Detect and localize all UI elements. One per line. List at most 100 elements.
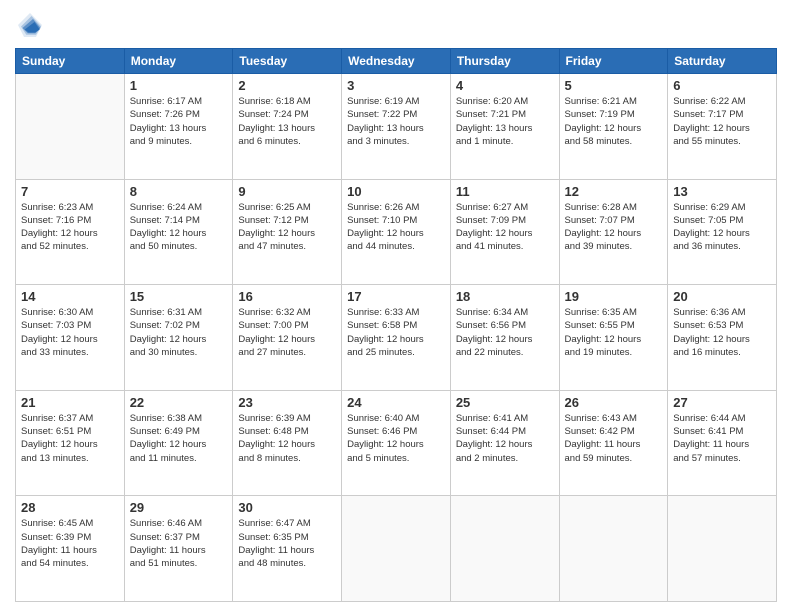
day-number: 10 (347, 184, 445, 199)
calendar-cell (16, 74, 125, 180)
calendar-cell: 7 Sunrise: 6:23 AM Sunset: 7:16 PM Daylig… (16, 179, 125, 285)
day-info: Sunrise: 6:27 AM Sunset: 7:09 PM Dayligh… (456, 201, 554, 254)
day-number: 26 (565, 395, 663, 410)
day-info: Sunrise: 6:20 AM Sunset: 7:21 PM Dayligh… (456, 95, 554, 148)
week-row: 1 Sunrise: 6:17 AM Sunset: 7:26 PM Daylig… (16, 74, 777, 180)
day-number: 2 (238, 78, 336, 93)
calendar-cell: 17 Sunrise: 6:33 AM Sunset: 6:58 PM Dayli… (342, 285, 451, 391)
day-number: 13 (673, 184, 771, 199)
day-info: Sunrise: 6:40 AM Sunset: 6:46 PM Dayligh… (347, 412, 445, 465)
day-header: Saturday (668, 49, 777, 74)
day-number: 11 (456, 184, 554, 199)
calendar-cell: 23Sunrise: 6:39 AM Sunset: 6:48 PM Dayli… (233, 390, 342, 496)
day-header: Monday (124, 49, 233, 74)
day-number: 6 (673, 78, 771, 93)
day-info: Sunrise: 6:46 AM Sunset: 6:37 PM Dayligh… (130, 517, 228, 570)
day-number: 14 (21, 289, 119, 304)
calendar-cell: 4Sunrise: 6:20 AM Sunset: 7:21 PM Daylig… (450, 74, 559, 180)
day-number: 27 (673, 395, 771, 410)
day-info: Sunrise: 6:38 AM Sunset: 6:49 PM Dayligh… (130, 412, 228, 465)
calendar-cell: 2 Sunrise: 6:18 AM Sunset: 7:24 PM Daylig… (233, 74, 342, 180)
day-number: 17 (347, 289, 445, 304)
header (15, 10, 777, 40)
day-info: Sunrise: 6:26 AM Sunset: 7:10 PM Dayligh… (347, 201, 445, 254)
calendar-cell: 16 Sunrise: 6:32 AM Sunset: 7:00 PM Dayli… (233, 285, 342, 391)
day-info: Sunrise: 6:25 AM Sunset: 7:12 PM Dayligh… (238, 201, 336, 254)
calendar-cell: 10 Sunrise: 6:26 AM Sunset: 7:10 PM Dayli… (342, 179, 451, 285)
day-header: Sunday (16, 49, 125, 74)
calendar-table: SundayMondayTuesdayWednesdayThursdayFrid… (15, 48, 777, 602)
week-row: 14 Sunrise: 6:30 AM Sunset: 7:03 PM Dayli… (16, 285, 777, 391)
day-info: Sunrise: 6:37 AM Sunset: 6:51 PM Dayligh… (21, 412, 119, 465)
calendar-header: SundayMondayTuesdayWednesdayThursdayFrid… (16, 49, 777, 74)
calendar-cell: 22 Sunrise: 6:38 AM Sunset: 6:49 PM Dayli… (124, 390, 233, 496)
calendar-cell: 21Sunrise: 6:37 AM Sunset: 6:51 PM Dayli… (16, 390, 125, 496)
calendar-cell: 15 Sunrise: 6:31 AM Sunset: 7:02 PM Dayli… (124, 285, 233, 391)
day-info: Sunrise: 6:17 AM Sunset: 7:26 PM Dayligh… (130, 95, 228, 148)
calendar-cell: 5Sunrise: 6:21 AM Sunset: 7:19 PM Daylig… (559, 74, 668, 180)
calendar-cell: 27 Sunrise: 6:44 AM Sunset: 6:41 PM Dayli… (668, 390, 777, 496)
week-row: 7 Sunrise: 6:23 AM Sunset: 7:16 PM Daylig… (16, 179, 777, 285)
day-header: Wednesday (342, 49, 451, 74)
calendar-cell: 24Sunrise: 6:40 AM Sunset: 6:46 PM Dayli… (342, 390, 451, 496)
day-info: Sunrise: 6:35 AM Sunset: 6:55 PM Dayligh… (565, 306, 663, 359)
day-info: Sunrise: 6:44 AM Sunset: 6:41 PM Dayligh… (673, 412, 771, 465)
calendar-cell: 25Sunrise: 6:41 AM Sunset: 6:44 PM Dayli… (450, 390, 559, 496)
calendar-cell: 6 Sunrise: 6:22 AM Sunset: 7:17 PM Daylig… (668, 74, 777, 180)
day-info: Sunrise: 6:23 AM Sunset: 7:16 PM Dayligh… (21, 201, 119, 254)
calendar-cell (559, 496, 668, 602)
calendar-body: 1 Sunrise: 6:17 AM Sunset: 7:26 PM Daylig… (16, 74, 777, 602)
calendar-cell: 14 Sunrise: 6:30 AM Sunset: 7:03 PM Dayli… (16, 285, 125, 391)
calendar-cell: 8Sunrise: 6:24 AM Sunset: 7:14 PM Daylig… (124, 179, 233, 285)
calendar-cell: 11 Sunrise: 6:27 AM Sunset: 7:09 PM Dayli… (450, 179, 559, 285)
calendar-cell: 12 Sunrise: 6:28 AM Sunset: 7:07 PM Dayli… (559, 179, 668, 285)
day-info: Sunrise: 6:19 AM Sunset: 7:22 PM Dayligh… (347, 95, 445, 148)
day-header: Tuesday (233, 49, 342, 74)
day-info: Sunrise: 6:18 AM Sunset: 7:24 PM Dayligh… (238, 95, 336, 148)
day-number: 30 (238, 500, 336, 515)
header-row: SundayMondayTuesdayWednesdayThursdayFrid… (16, 49, 777, 74)
calendar-cell: 19 Sunrise: 6:35 AM Sunset: 6:55 PM Dayli… (559, 285, 668, 391)
day-info: Sunrise: 6:34 AM Sunset: 6:56 PM Dayligh… (456, 306, 554, 359)
day-info: Sunrise: 6:28 AM Sunset: 7:07 PM Dayligh… (565, 201, 663, 254)
calendar-cell: 26 Sunrise: 6:43 AM Sunset: 6:42 PM Dayli… (559, 390, 668, 496)
calendar-cell: 29 Sunrise: 6:46 AM Sunset: 6:37 PM Dayli… (124, 496, 233, 602)
day-number: 19 (565, 289, 663, 304)
day-number: 29 (130, 500, 228, 515)
day-number: 20 (673, 289, 771, 304)
day-number: 15 (130, 289, 228, 304)
day-info: Sunrise: 6:36 AM Sunset: 6:53 PM Dayligh… (673, 306, 771, 359)
calendar-cell (342, 496, 451, 602)
day-number: 18 (456, 289, 554, 304)
day-number: 7 (21, 184, 119, 199)
calendar-cell: 28 Sunrise: 6:45 AM Sunset: 6:39 PM Dayli… (16, 496, 125, 602)
day-info: Sunrise: 6:32 AM Sunset: 7:00 PM Dayligh… (238, 306, 336, 359)
day-info: Sunrise: 6:21 AM Sunset: 7:19 PM Dayligh… (565, 95, 663, 148)
day-info: Sunrise: 6:24 AM Sunset: 7:14 PM Dayligh… (130, 201, 228, 254)
day-number: 16 (238, 289, 336, 304)
day-info: Sunrise: 6:31 AM Sunset: 7:02 PM Dayligh… (130, 306, 228, 359)
logo (15, 10, 49, 40)
calendar-cell: 9 Sunrise: 6:25 AM Sunset: 7:12 PM Daylig… (233, 179, 342, 285)
day-number: 23 (238, 395, 336, 410)
calendar-cell: 30 Sunrise: 6:47 AM Sunset: 6:35 PM Dayli… (233, 496, 342, 602)
calendar-cell: 20 Sunrise: 6:36 AM Sunset: 6:53 PM Dayli… (668, 285, 777, 391)
day-info: Sunrise: 6:22 AM Sunset: 7:17 PM Dayligh… (673, 95, 771, 148)
calendar-cell: 13 Sunrise: 6:29 AM Sunset: 7:05 PM Dayli… (668, 179, 777, 285)
day-number: 28 (21, 500, 119, 515)
day-number: 22 (130, 395, 228, 410)
day-info: Sunrise: 6:30 AM Sunset: 7:03 PM Dayligh… (21, 306, 119, 359)
day-number: 25 (456, 395, 554, 410)
day-number: 9 (238, 184, 336, 199)
calendar-cell: 3Sunrise: 6:19 AM Sunset: 7:22 PM Daylig… (342, 74, 451, 180)
day-info: Sunrise: 6:29 AM Sunset: 7:05 PM Dayligh… (673, 201, 771, 254)
day-header: Friday (559, 49, 668, 74)
day-info: Sunrise: 6:45 AM Sunset: 6:39 PM Dayligh… (21, 517, 119, 570)
day-info: Sunrise: 6:33 AM Sunset: 6:58 PM Dayligh… (347, 306, 445, 359)
day-number: 12 (565, 184, 663, 199)
calendar-cell: 18 Sunrise: 6:34 AM Sunset: 6:56 PM Dayli… (450, 285, 559, 391)
day-number: 1 (130, 78, 228, 93)
day-info: Sunrise: 6:43 AM Sunset: 6:42 PM Dayligh… (565, 412, 663, 465)
day-info: Sunrise: 6:47 AM Sunset: 6:35 PM Dayligh… (238, 517, 336, 570)
week-row: 28 Sunrise: 6:45 AM Sunset: 6:39 PM Dayli… (16, 496, 777, 602)
